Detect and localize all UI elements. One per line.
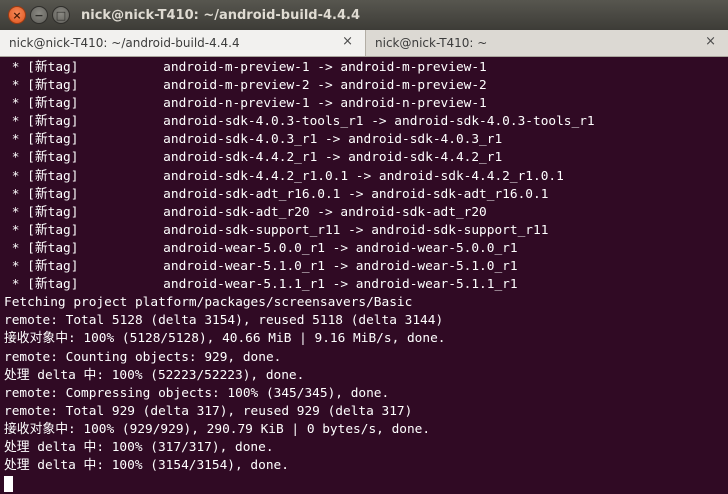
tab-label: nick@nick-T410: ~ bbox=[375, 36, 488, 50]
minimize-window-button[interactable]: − bbox=[30, 6, 48, 24]
terminal-line: remote: Total 5128 (delta 3154), reused … bbox=[4, 313, 444, 329]
terminal-line: remote: Counting objects: 929, done. bbox=[4, 349, 282, 365]
tab-close-icon[interactable]: × bbox=[342, 34, 353, 49]
tab-close-icon[interactable]: × bbox=[705, 34, 716, 49]
terminal-output[interactable]: * [新tag] android-m-preview-1 -> android-… bbox=[4, 59, 704, 494]
terminal-line: * [新tag] android-sdk-4.0.3_r1 -> android… bbox=[4, 132, 503, 148]
terminal-line: * [新tag] android-sdk-adt_r16.0.1 -> andr… bbox=[4, 186, 549, 202]
terminal-line: remote: Compressing objects: 100% (345/3… bbox=[4, 385, 390, 401]
window-titlebar[interactable]: × − □ nick@nick-T410: ~/android-build-4.… bbox=[0, 0, 728, 30]
prompt-line bbox=[4, 475, 704, 493]
maximize-window-button[interactable]: □ bbox=[52, 6, 70, 24]
tab-android-build[interactable]: nick@nick-T410: ~/android-build-4.4.4 × bbox=[0, 30, 366, 56]
terminal-line: * [新tag] android-sdk-4.0.3-tools_r1 -> a… bbox=[4, 114, 595, 130]
terminal-line: 处理 delta 中: 100% (52223/52223), done. bbox=[4, 367, 305, 383]
tab-label: nick@nick-T410: ~/android-build-4.4.4 bbox=[9, 36, 240, 50]
text-cursor bbox=[4, 476, 13, 493]
terminal-line: * [新tag] android-wear-5.1.0_r1 -> androi… bbox=[4, 259, 518, 275]
tab-bar: nick@nick-T410: ~/android-build-4.4.4 × … bbox=[0, 30, 728, 57]
terminal-line: 处理 delta 中: 100% (3154/3154), done. bbox=[4, 458, 289, 474]
terminal-line: 接收对象中: 100% (5128/5128), 40.66 MiB | 9.1… bbox=[4, 331, 446, 347]
terminal-line: 处理 delta 中: 100% (317/317), done. bbox=[4, 439, 274, 455]
terminal-line: * [新tag] android-m-preview-1 -> android-… bbox=[4, 60, 487, 75]
terminal-line: 接收对象中: 100% (929/929), 290.79 KiB | 0 by… bbox=[4, 421, 431, 437]
terminal-scrollbar[interactable] bbox=[718, 57, 728, 494]
terminal-line: remote: Total 929 (delta 317), reused 92… bbox=[4, 403, 413, 419]
window-title: nick@nick-T410: ~/android-build-4.4.4 bbox=[81, 7, 360, 23]
terminal-line: Fetching project platform/packages/scree… bbox=[4, 295, 413, 311]
terminal-line: * [新tag] android-sdk-4.4.2_r1.0.1 -> and… bbox=[4, 168, 564, 184]
tab-home[interactable]: nick@nick-T410: ~ × bbox=[366, 30, 728, 56]
terminal-line: * [新tag] android-sdk-4.4.2_r1 -> android… bbox=[4, 150, 503, 166]
close-window-button[interactable]: × bbox=[8, 6, 26, 24]
terminal-line: * [新tag] android-m-preview-2 -> android-… bbox=[4, 78, 487, 94]
terminal-line: * [新tag] android-wear-5.1.1_r1 -> androi… bbox=[4, 277, 518, 293]
terminal-line: * [新tag] android-sdk-adt_r20 -> android-… bbox=[4, 204, 487, 220]
terminal-line: * [新tag] android-sdk-support_r11 -> andr… bbox=[4, 222, 549, 238]
terminal-window: × − □ nick@nick-T410: ~/android-build-4.… bbox=[0, 0, 728, 494]
terminal-line: * [新tag] android-wear-5.0.0_r1 -> androi… bbox=[4, 240, 518, 256]
terminal-line: * [新tag] android-n-preview-1 -> android-… bbox=[4, 96, 487, 112]
